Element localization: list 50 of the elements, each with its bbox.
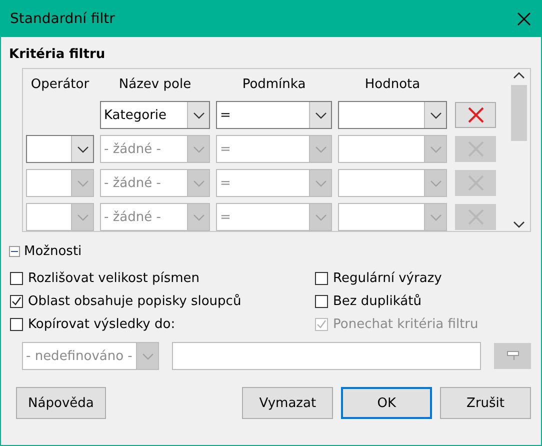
chevron-down-icon [314, 112, 326, 118]
operator-combo[interactable] [26, 135, 94, 163]
column-header: Operátor [30, 76, 90, 92]
chevron-down-icon [192, 112, 204, 118]
checkbox[interactable] [315, 272, 328, 285]
chevron-down-icon [314, 180, 326, 186]
checkbox[interactable] [10, 272, 23, 285]
chevron-down-icon [142, 352, 154, 360]
column-header: Podmínka [241, 76, 307, 92]
chevron-down-icon [192, 146, 204, 152]
remove-button[interactable] [455, 102, 496, 128]
scrollbar[interactable] [511, 71, 527, 229]
chevron-down-icon[interactable] [513, 221, 525, 229]
column-header: Hodnota [364, 76, 422, 92]
scrollbar-thumb[interactable] [511, 85, 527, 141]
field-name-combo[interactable]: Kategorie [100, 101, 210, 129]
checkbox-label[interactable]: Bez duplikátů [333, 294, 422, 309]
section-title: Kritéria filtru [9, 47, 106, 62]
dialog-button[interactable]: Zrušit [440, 387, 531, 419]
checkbox-label[interactable]: Rozlišovat velikost písmen [28, 271, 200, 286]
checkbox-label[interactable]: Oblast obsahuje popisky sloupců [28, 294, 242, 309]
chevron-down-icon [192, 214, 204, 220]
dialog-button[interactable]: OK [341, 387, 432, 419]
chevron-down-icon [314, 214, 326, 220]
chevron-down-icon [430, 214, 442, 220]
dialog-button[interactable]: Nápověda [16, 387, 106, 419]
chevron-down-icon [192, 180, 204, 186]
chevron-down-icon [430, 180, 442, 186]
chevron-down-icon [430, 146, 442, 152]
checkbox[interactable] [10, 295, 23, 308]
chevron-down-icon [430, 112, 442, 118]
chevron-down-icon [314, 146, 326, 152]
shrink-icon [506, 351, 518, 361]
window-title: Standardní filtr [10, 11, 115, 27]
checkbox-label[interactable]: Kopírovat výsledky do: [28, 317, 176, 332]
column-header: Název pole [118, 76, 192, 92]
collapse-icon[interactable] [9, 246, 20, 257]
close-icon[interactable] [517, 12, 531, 26]
chevron-down-icon [76, 146, 88, 152]
chevron-up-icon[interactable] [513, 71, 525, 79]
checkbox[interactable] [10, 318, 23, 331]
expander-label[interactable]: Možnosti [24, 244, 82, 259]
dialog-button[interactable]: Vymazat [242, 387, 334, 419]
value-combo[interactable] [338, 101, 447, 129]
checkbox-label[interactable]: Regulární výrazy [333, 271, 442, 286]
close-icon [468, 107, 484, 123]
chevron-down-icon [76, 180, 88, 186]
checkbox[interactable] [315, 295, 328, 308]
chevron-down-icon [76, 214, 88, 220]
condition-combo[interactable]: = [216, 101, 332, 129]
